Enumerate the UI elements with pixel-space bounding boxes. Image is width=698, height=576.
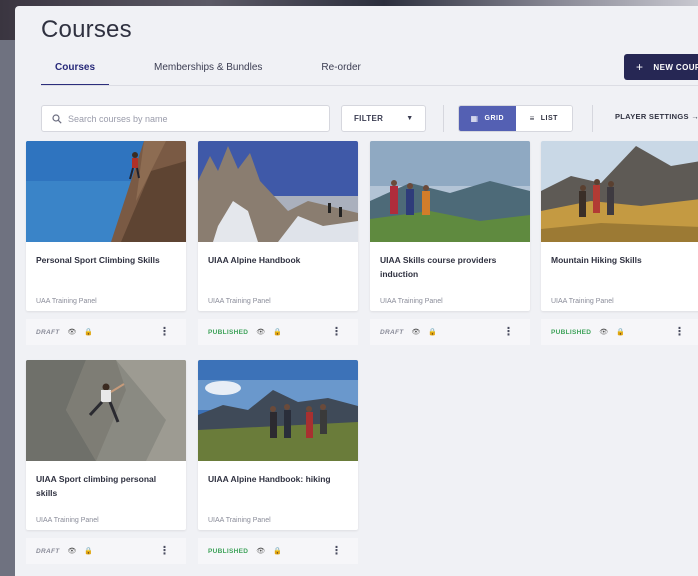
course-thumbnail <box>198 141 358 242</box>
new-course-label: NEW COURSE <box>653 62 698 72</box>
course-author: UIAA Training Panel <box>551 298 614 305</box>
search-box <box>41 105 330 132</box>
plus-icon: + <box>636 60 644 74</box>
visibility-icon: 👁 <box>256 329 266 336</box>
lock-icon: 🔒 <box>273 548 282 555</box>
filter-label: FILTER <box>354 114 384 123</box>
lock-icon: 🔒 <box>428 329 438 336</box>
tab-courses[interactable]: Courses <box>41 54 110 86</box>
course-author: UIAA Training Panel <box>380 298 443 305</box>
list-label: LIST <box>540 115 558 122</box>
view-toggle: ▦ GRID ≡ LIST <box>458 105 573 132</box>
visibility-icon: 👁 <box>67 548 77 555</box>
list-icon: ≡ <box>529 114 535 123</box>
chevron-down-icon: ▼ <box>406 115 414 122</box>
status-badge: DRAFT <box>36 328 60 336</box>
new-course-button[interactable]: + NEW COURSE <box>624 54 698 80</box>
course-thumbnail <box>26 141 186 242</box>
status-badge: PUBLISHED <box>551 328 592 336</box>
status-badge: DRAFT <box>380 328 404 336</box>
more-options-icon[interactable]: ⋮ <box>503 325 514 338</box>
course-card[interactable]: UIAA Skills course providers induction UI… <box>370 141 530 311</box>
more-options-icon[interactable]: ⋮ <box>331 544 342 557</box>
course-card[interactable]: UIAA Alpine Handbook: hiking UIAA Trainin… <box>198 360 358 530</box>
page-title: Courses <box>41 16 132 43</box>
course-card[interactable]: UIAA Alpine Handbook UIAA Training Panel <box>198 141 358 311</box>
more-options-icon[interactable]: ⋮ <box>331 325 342 338</box>
course-title: UIAA Skills course providers induction <box>380 255 497 279</box>
grid-view-button[interactable]: ▦ GRID <box>459 106 516 131</box>
course-author: UIAA Training Panel <box>36 517 99 524</box>
toolbar-divider <box>443 105 444 132</box>
course-thumbnail <box>541 141 698 242</box>
course-status-row: PUBLISHED 👁 🔒 ⋮ <box>198 319 358 345</box>
course-title: UIAA Sport climbing personal skills <box>36 474 157 498</box>
search-icon <box>52 113 62 124</box>
status-badge: PUBLISHED <box>208 547 249 555</box>
arrow-right-icon: → <box>691 112 698 121</box>
status-badge: DRAFT <box>36 547 60 555</box>
more-options-icon[interactable]: ⋮ <box>159 544 170 557</box>
player-settings-link[interactable]: PLAYER SETTINGS → <box>615 112 698 121</box>
grid-icon: ▦ <box>470 114 479 123</box>
lock-icon: 🔒 <box>273 329 282 336</box>
course-card[interactable]: Personal Sport Climbing Skills UAA Traini… <box>26 141 186 311</box>
toolbar-divider <box>592 105 593 132</box>
tab-divider <box>41 85 698 86</box>
course-status-row: PUBLISHED 👁 🔒 ⋮ <box>541 319 698 345</box>
course-title: Personal Sport Climbing Skills <box>36 255 160 265</box>
more-options-icon[interactable]: ⋮ <box>159 325 170 338</box>
lock-icon: 🔒 <box>616 329 625 336</box>
course-status-row: PUBLISHED 👁 🔒 ⋮ <box>198 538 358 564</box>
course-status-row: DRAFT 👁 🔒 ⋮ <box>370 319 530 345</box>
lock-icon: 🔒 <box>84 329 94 336</box>
grid-label: GRID <box>484 115 505 122</box>
tab-memberships-bundles[interactable]: Memberships & Bundles <box>140 54 276 86</box>
filter-dropdown[interactable]: FILTER ▼ <box>341 105 426 132</box>
course-thumbnail <box>370 141 530 242</box>
course-title: Mountain Hiking Skills <box>551 255 642 265</box>
visibility-icon: 👁 <box>599 329 609 336</box>
course-thumbnail <box>198 360 358 461</box>
status-badge: PUBLISHED <box>208 328 249 336</box>
search-input[interactable] <box>68 113 308 124</box>
course-author: UAA Training Panel <box>36 298 97 305</box>
course-card[interactable]: Mountain Hiking Skills UIAA Training Pane… <box>541 141 698 311</box>
course-card[interactable]: UIAA Sport climbing personal skills UIAA … <box>26 360 186 530</box>
visibility-icon: 👁 <box>256 548 266 555</box>
course-thumbnail <box>26 360 186 461</box>
player-settings-label: PLAYER SETTINGS <box>615 112 689 121</box>
list-view-button[interactable]: ≡ LIST <box>515 106 572 131</box>
course-author: UIAA Training Panel <box>208 517 271 524</box>
more-options-icon[interactable]: ⋮ <box>674 325 685 338</box>
tab-bar: Courses Memberships & Bundles Re-order <box>41 54 406 86</box>
tab-re-order[interactable]: Re-order <box>307 54 374 86</box>
course-status-row: DRAFT 👁 🔒 ⋮ <box>26 538 186 564</box>
course-author: UIAA Training Panel <box>208 298 271 305</box>
lock-icon: 🔒 <box>84 548 94 555</box>
visibility-icon: 👁 <box>411 329 421 336</box>
course-title: UIAA Alpine Handbook: hiking <box>208 474 331 484</box>
course-title: UIAA Alpine Handbook <box>208 255 301 265</box>
visibility-icon: 👁 <box>67 329 77 336</box>
course-status-row: DRAFT 👁 🔒 ⋮ <box>26 319 186 345</box>
